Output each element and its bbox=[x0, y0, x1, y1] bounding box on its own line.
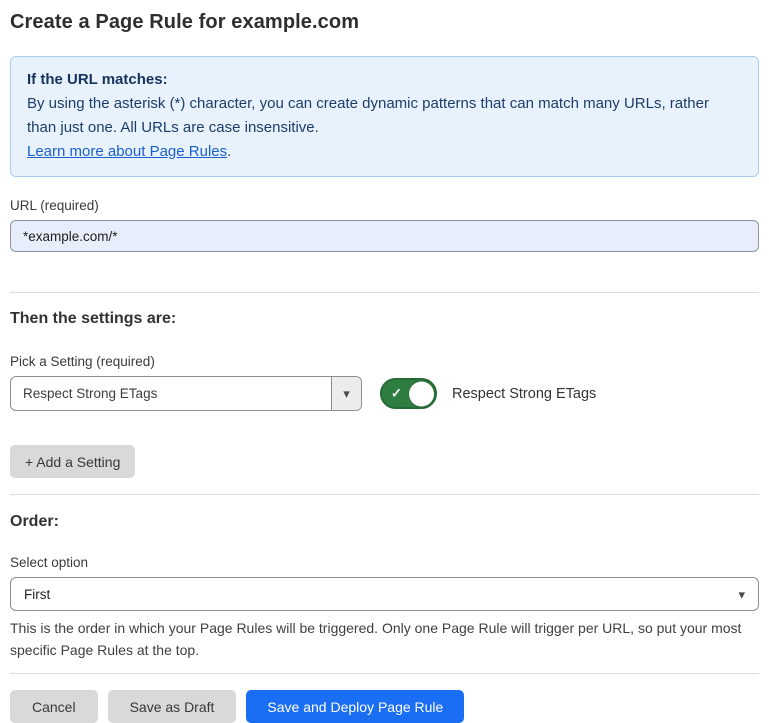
add-setting-button[interactable]: + Add a Setting bbox=[10, 445, 135, 478]
toggle-knob bbox=[409, 381, 434, 406]
select-option-label: Select option bbox=[10, 555, 759, 570]
divider bbox=[10, 673, 759, 674]
url-label: URL (required) bbox=[10, 198, 759, 213]
order-select[interactable]: First ▾ bbox=[10, 577, 759, 611]
pick-setting-label: Pick a Setting (required) bbox=[10, 354, 759, 369]
setting-toggle-label: Respect Strong ETags bbox=[452, 386, 596, 402]
chevron-down-icon: ▾ bbox=[738, 588, 745, 601]
info-box-heading: If the URL matches: bbox=[27, 68, 742, 92]
order-help-text: This is the order in which your Page Rul… bbox=[10, 617, 759, 661]
url-match-info-box: If the URL matches: By using the asteris… bbox=[10, 56, 759, 177]
cancel-button[interactable]: Cancel bbox=[10, 690, 98, 723]
chevron-down-icon: ▾ bbox=[343, 387, 350, 400]
order-heading: Order: bbox=[10, 513, 759, 531]
setting-toggle[interactable]: ✓ bbox=[380, 378, 437, 409]
url-input[interactable] bbox=[10, 220, 759, 252]
page-title: Create a Page Rule for example.com bbox=[10, 10, 759, 35]
divider bbox=[10, 494, 759, 495]
info-box-body: By using the asterisk (*) character, you… bbox=[27, 92, 742, 140]
divider bbox=[10, 292, 759, 293]
setting-row: Respect Strong ETags ▾ ✓ Respect Strong … bbox=[10, 376, 759, 411]
check-icon: ✓ bbox=[391, 385, 402, 401]
save-deploy-button[interactable]: Save and Deploy Page Rule bbox=[246, 690, 464, 723]
order-select-value: First bbox=[24, 587, 50, 602]
learn-more-link[interactable]: Learn more about Page Rules bbox=[27, 143, 227, 160]
setting-select[interactable]: Respect Strong ETags ▾ bbox=[10, 376, 362, 411]
info-box-link-line: Learn more about Page Rules. bbox=[27, 140, 742, 164]
setting-select-arrow-button[interactable]: ▾ bbox=[331, 377, 361, 410]
footer-actions: Cancel Save as Draft Save and Deploy Pag… bbox=[10, 690, 759, 723]
setting-select-value: Respect Strong ETags bbox=[11, 377, 331, 410]
create-page-rule-dialog: Create a Page Rule for example.com If th… bbox=[0, 0, 769, 723]
settings-heading: Then the settings are: bbox=[10, 310, 759, 328]
link-period: . bbox=[227, 143, 231, 160]
save-draft-button[interactable]: Save as Draft bbox=[108, 690, 237, 723]
